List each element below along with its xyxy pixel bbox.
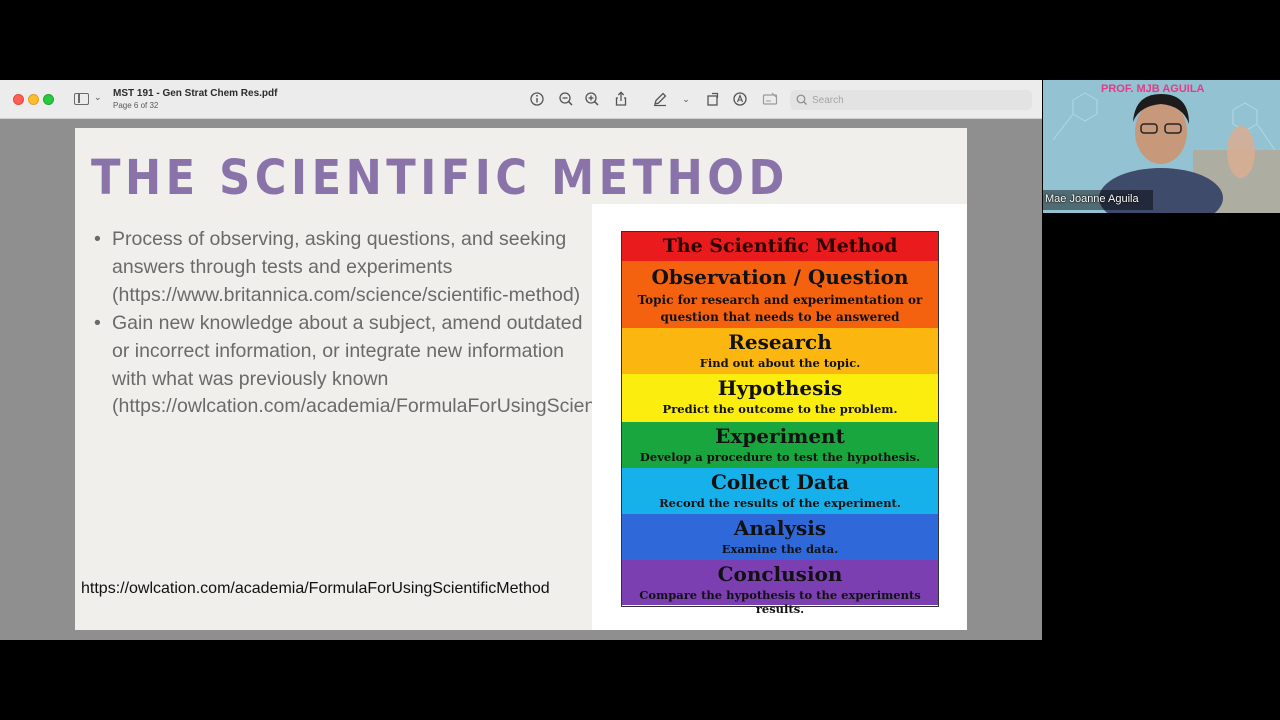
step-name: Observation / Question (651, 265, 909, 289)
step-name: Collect Data (710, 470, 850, 494)
source-url: https://owlcation.com/academia/FormulaFo… (81, 580, 550, 597)
diagram-title: The Scientific Method (662, 235, 898, 257)
search-input[interactable] (812, 92, 1022, 108)
rotate-icon[interactable] (704, 90, 722, 108)
step-hypothesis: Hypothesis Predict the outcome to the pr… (622, 374, 938, 422)
webcam-banner: PROF. MJB AGUILA (1101, 83, 1205, 95)
step-collect-data: Collect Data Record the results of the e… (622, 468, 938, 514)
annotate-icon[interactable] (731, 90, 749, 108)
search-icon (796, 94, 807, 105)
minimize-window-button[interactable] (28, 94, 39, 105)
sidebar-icon (74, 93, 89, 105)
toolbar: ⌄ MST 191 - Gen Strat Chem Res.pdf Page … (0, 80, 1042, 119)
step-name: Analysis (733, 516, 827, 540)
zoom-window-button[interactable] (43, 94, 54, 105)
webcam-video-tile[interactable]: PROF. MJB AGUILA Mae Joanne Aguila (1043, 80, 1280, 213)
step-experiment: Experiment Develop a procedure to test t… (622, 422, 938, 468)
close-window-button[interactable] (13, 94, 24, 105)
zoom-out-icon[interactable] (557, 90, 575, 108)
step-name: Hypothesis (717, 376, 843, 400)
markup-pen-icon[interactable] (651, 90, 669, 108)
participant-name: Mae Joanne Aguila (1045, 193, 1139, 205)
chevron-down-icon: ⌄ (94, 92, 102, 102)
step-description: Compare the hypothesis to the experiment… (639, 588, 921, 616)
chevron-down-icon[interactable]: ⌄ (677, 90, 695, 108)
image-panel: The Scientific Method Observation / Ques… (592, 204, 967, 630)
step-name: Research (728, 330, 832, 354)
step-research: Research Find out about the topic. (622, 328, 938, 374)
form-icon[interactable] (761, 90, 779, 108)
slide-title: THE SCIENTIFIC METHOD (91, 150, 789, 206)
step-conclusion: Conclusion Compare the hypothesis to the… (622, 560, 938, 616)
document-title: MST 191 - Gen Strat Chem Res.pdf (113, 88, 278, 99)
step-description: Develop a procedure to test the hypothes… (639, 450, 921, 464)
bullet-list: Process of observing, asking questions, … (91, 226, 696, 422)
pdf-viewer-window: ⌄ MST 191 - Gen Strat Chem Res.pdf Page … (0, 80, 1042, 640)
search-field[interactable] (790, 90, 1032, 110)
step-description: Topic for research and experimentation o… (637, 293, 923, 324)
step-description: Examine the data. (721, 542, 839, 556)
bullet-item: Gain new knowledge about a subject, amen… (91, 310, 696, 422)
diagram-title-band: The Scientific Method (622, 232, 938, 261)
page-indicator: Page 6 of 32 (113, 101, 159, 110)
step-name: Experiment (715, 424, 845, 448)
step-name: Conclusion (717, 562, 843, 586)
sidebar-toggle-button[interactable]: ⌄ (74, 92, 102, 108)
share-icon[interactable] (612, 90, 630, 108)
scientific-method-diagram: The Scientific Method Observation / Ques… (621, 231, 939, 616)
info-icon[interactable] (528, 90, 546, 108)
step-description: Record the results of the experiment. (659, 496, 901, 510)
step-analysis: Analysis Examine the data. (622, 514, 938, 560)
bullet-item: Process of observing, asking questions, … (91, 226, 591, 310)
step-description: Find out about the topic. (699, 356, 861, 370)
screen: ⌄ MST 191 - Gen Strat Chem Res.pdf Page … (0, 0, 1280, 720)
slide-page: THE SCIENTIFIC METHOD Process of observi… (75, 128, 967, 630)
step-observation: Observation / Question Topic for researc… (622, 261, 938, 328)
step-description: Predict the outcome to the problem. (662, 402, 898, 416)
zoom-in-icon[interactable] (583, 90, 601, 108)
